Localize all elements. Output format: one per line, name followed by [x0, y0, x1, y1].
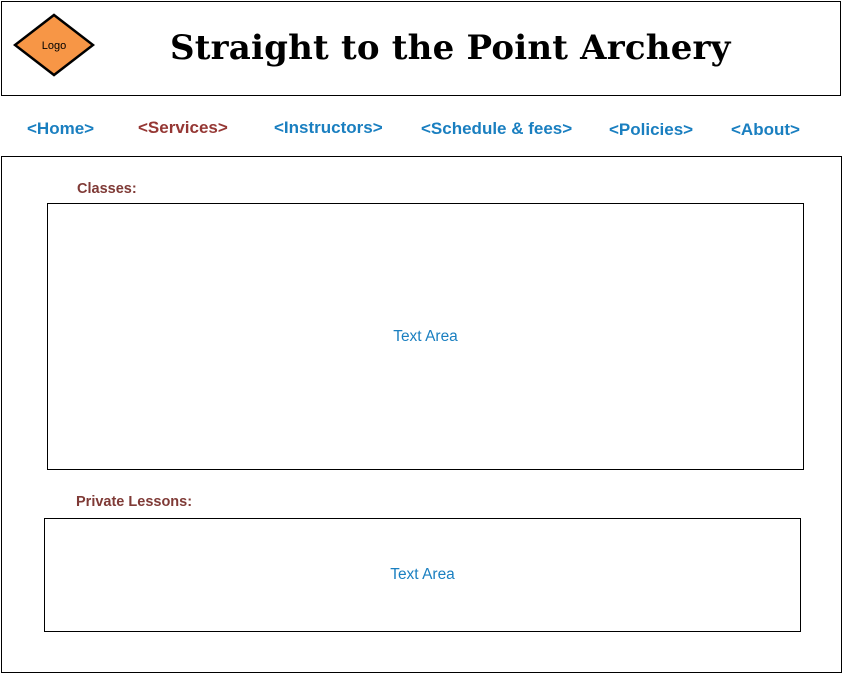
nav-home[interactable]: <Home>	[27, 119, 94, 139]
private-lessons-text-area[interactable]: Text Area	[44, 518, 801, 632]
site-header: Logo Straight to the Point Archery	[1, 1, 841, 96]
site-title: Straight to the Point Archery	[170, 28, 731, 68]
nav-services[interactable]: <Services>	[138, 118, 228, 138]
nav-schedule-fees[interactable]: <Schedule & fees>	[421, 119, 572, 139]
classes-label: Classes:	[77, 181, 137, 197]
logo[interactable]: Logo	[13, 13, 95, 77]
nav-instructors[interactable]: <Instructors>	[274, 118, 383, 138]
logo-label: Logo	[42, 40, 66, 52]
classes-text-area[interactable]: Text Area	[47, 203, 804, 470]
private-lessons-label: Private Lessons:	[76, 494, 193, 510]
nav-about[interactable]: <About>	[731, 120, 800, 140]
classes-text-area-placeholder: Text Area	[393, 327, 458, 345]
private-lessons-text-area-placeholder: Text Area	[390, 566, 455, 583]
nav-policies[interactable]: <Policies>	[609, 120, 693, 140]
main-content: Classes: Text Area Private Lessons: Text…	[1, 156, 842, 673]
